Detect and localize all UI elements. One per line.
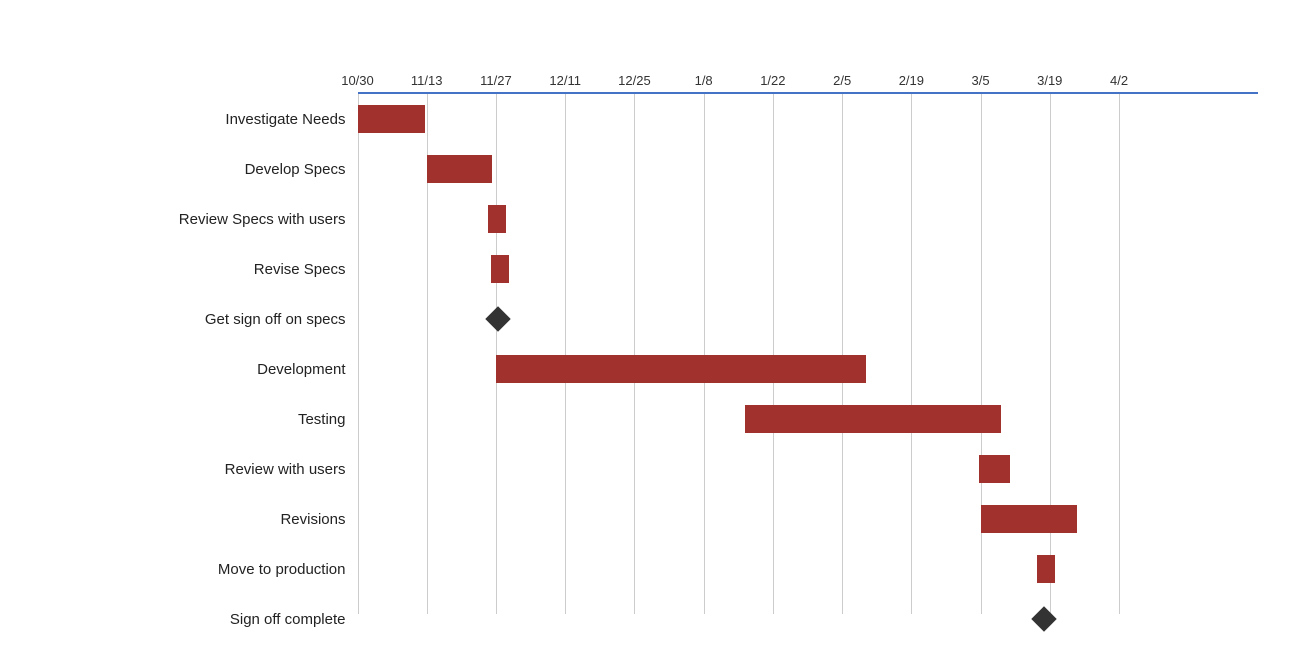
gantt-bar-2 xyxy=(488,205,506,233)
gantt-row-10 xyxy=(358,594,1258,644)
gantt-row-4 xyxy=(358,294,1258,344)
date-header: 10/3011/1311/2712/1112/251/81/222/52/193… xyxy=(358,54,1258,94)
task-label-5: Development xyxy=(38,344,358,394)
chart-inner: Investigate NeedsDevelop SpecsReview Spe… xyxy=(38,54,1258,614)
date-label-1-22: 1/22 xyxy=(760,73,785,88)
gantt-bar-5 xyxy=(496,355,866,383)
date-label-12-25: 12/25 xyxy=(618,73,651,88)
gantt-row-0 xyxy=(358,94,1258,144)
task-label-4: Get sign off on specs xyxy=(38,294,358,344)
gantt-row-6 xyxy=(358,394,1258,444)
date-label-2-5: 2/5 xyxy=(833,73,851,88)
task-label-0: Investigate Needs xyxy=(38,94,358,144)
task-label-1: Develop Specs xyxy=(38,144,358,194)
chart-container: Investigate NeedsDevelop SpecsReview Spe… xyxy=(18,14,1298,654)
rows-area xyxy=(358,94,1258,614)
date-label-10-30: 10/30 xyxy=(341,73,374,88)
gantt-bar-3 xyxy=(491,255,509,283)
gantt-bar-6 xyxy=(745,405,1002,433)
date-label-4-2: 4/2 xyxy=(1110,73,1128,88)
labels-column: Investigate NeedsDevelop SpecsReview Spe… xyxy=(38,94,358,644)
gantt-bar-1 xyxy=(427,155,493,183)
gantt-row-1 xyxy=(358,144,1258,194)
gantt-bar-7 xyxy=(979,455,1011,483)
date-label-1-8: 1/8 xyxy=(695,73,713,88)
gantt-bar-8 xyxy=(981,505,1078,533)
gantt-row-9 xyxy=(358,544,1258,594)
date-label-11-27: 11/27 xyxy=(480,73,512,88)
date-label-3-5: 3/5 xyxy=(972,73,990,88)
gantt-row-5 xyxy=(358,344,1258,394)
task-label-8: Revisions xyxy=(38,494,358,544)
date-label-11-13: 11/13 xyxy=(411,73,443,88)
gantt-row-3 xyxy=(358,244,1258,294)
gantt-row-7 xyxy=(358,444,1258,494)
task-label-9: Move to production xyxy=(38,544,358,594)
milestone-diamond-4 xyxy=(485,306,510,331)
task-label-6: Testing xyxy=(38,394,358,444)
task-label-10: Sign off complete xyxy=(38,594,358,644)
task-label-7: Review with users xyxy=(38,444,358,494)
date-label-3-19: 3/19 xyxy=(1037,73,1062,88)
task-label-2: Review Specs with users xyxy=(38,194,358,244)
gantt-bar-0 xyxy=(358,105,426,133)
date-label-12-11: 12/11 xyxy=(549,73,581,88)
milestone-diamond-10 xyxy=(1031,606,1056,631)
gantt-row-2 xyxy=(358,194,1258,244)
gantt-row-8 xyxy=(358,494,1258,544)
date-label-2-19: 2/19 xyxy=(899,73,924,88)
gantt-bar-9 xyxy=(1037,555,1055,583)
task-label-3: Revise Specs xyxy=(38,244,358,294)
chart-area: 10/3011/1311/2712/1112/251/81/222/52/193… xyxy=(358,54,1258,614)
